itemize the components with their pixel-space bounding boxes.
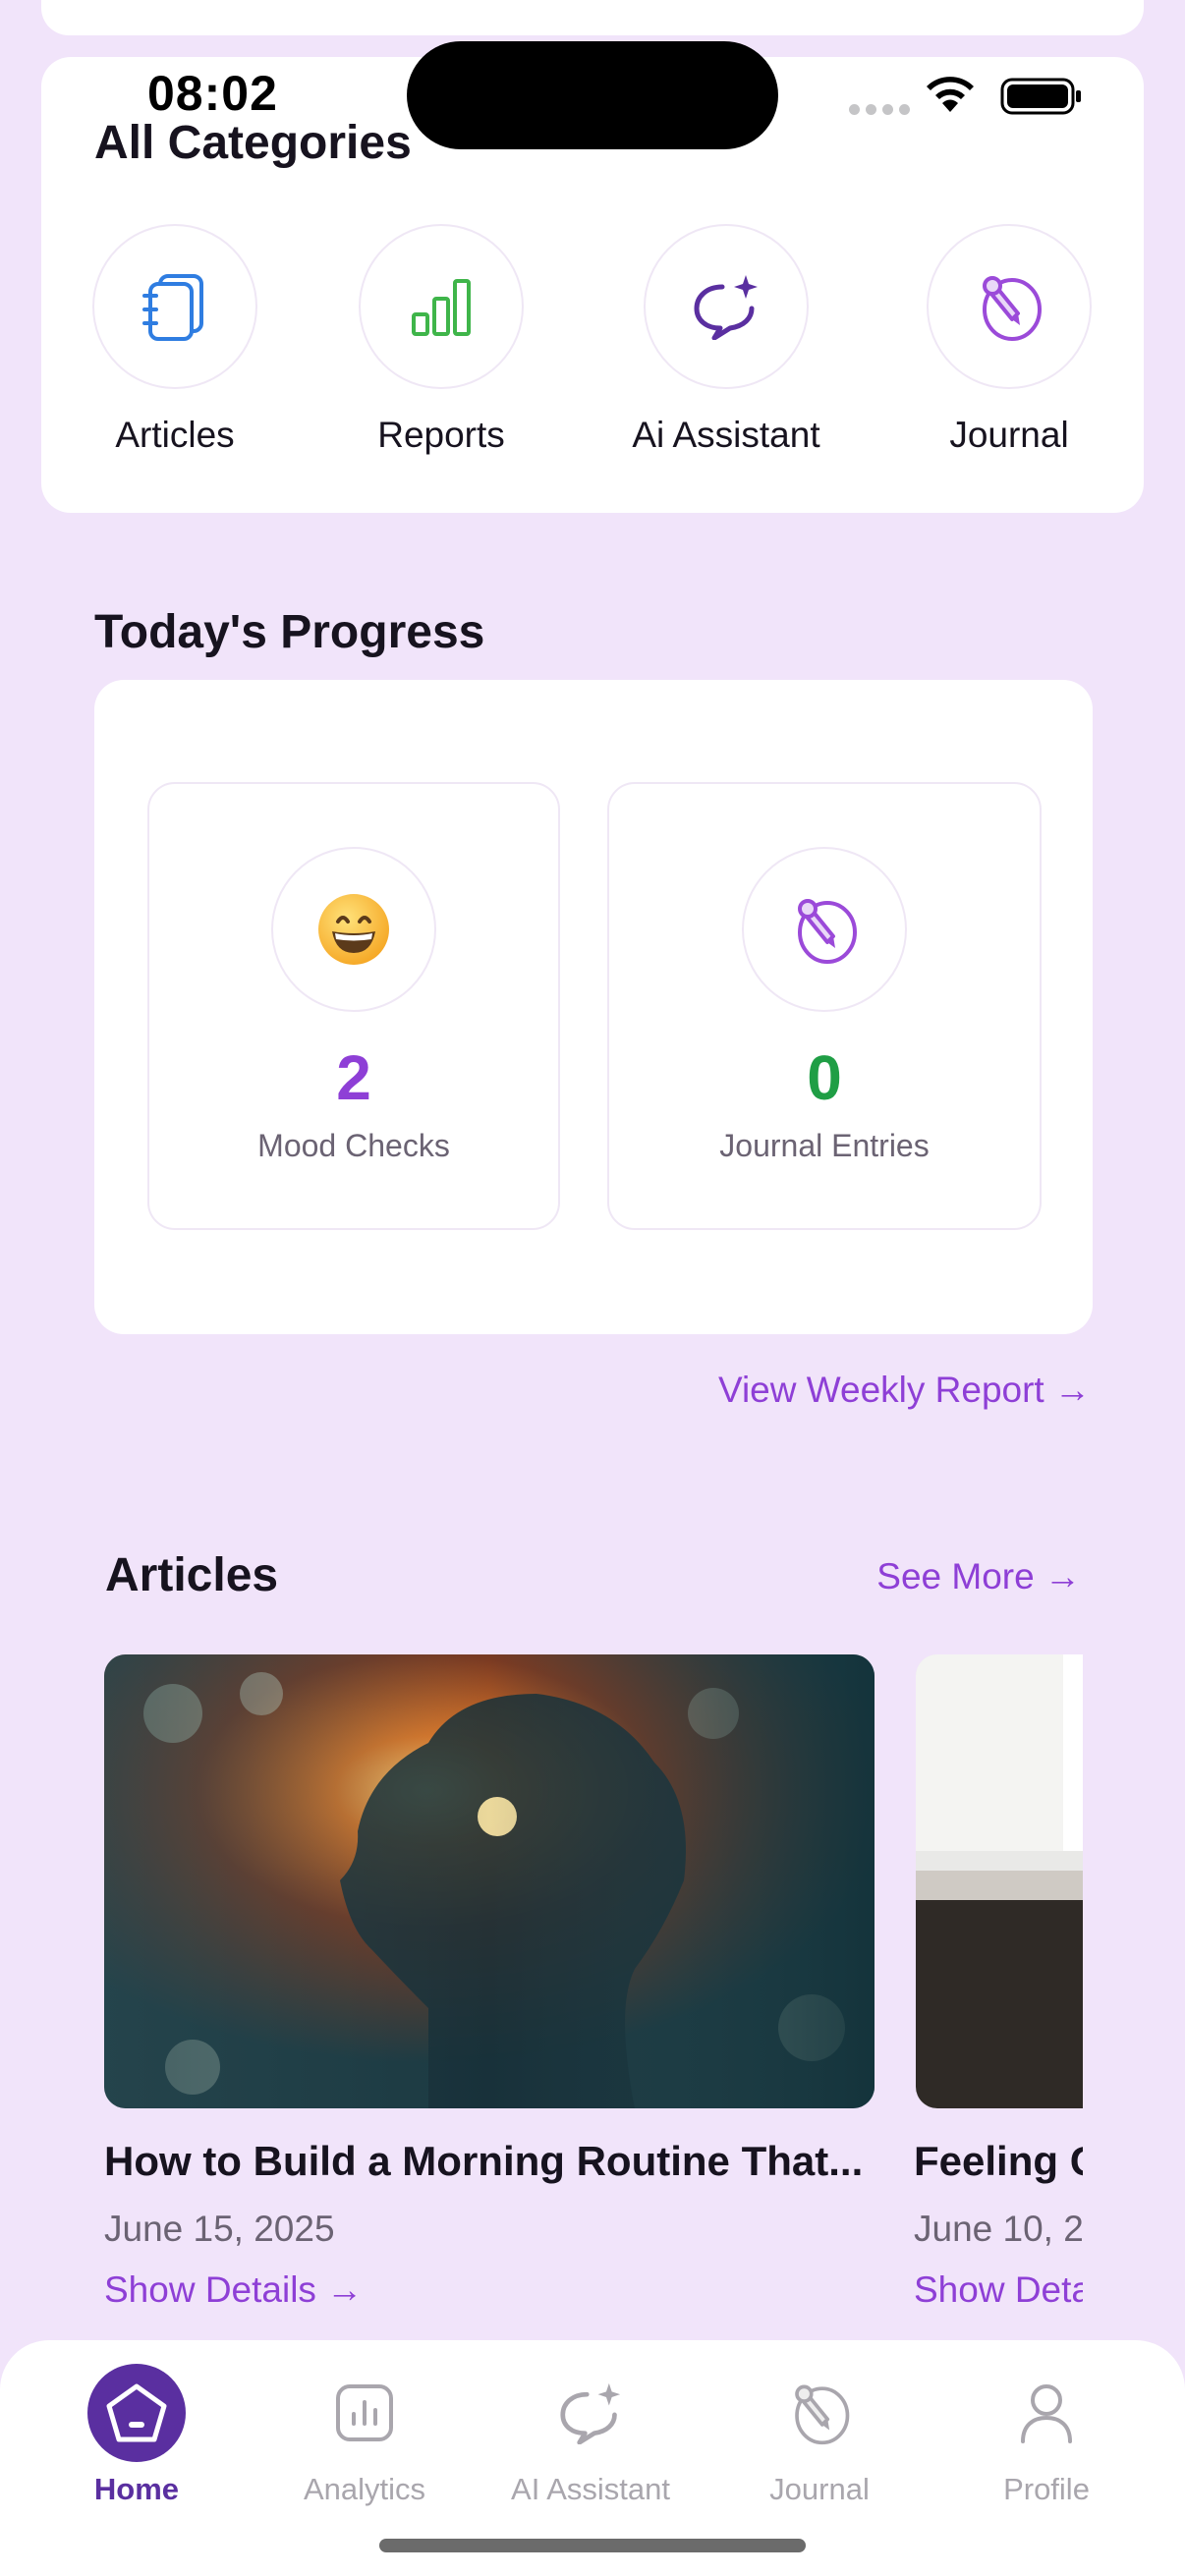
tab-label: Analytics: [303, 2472, 426, 2506]
categories-title: All Categories: [94, 117, 412, 169]
category-label: Journal: [949, 415, 1069, 455]
category-label: Ai Assistant: [632, 415, 820, 455]
grinning-face-icon: [271, 847, 436, 1012]
tab-home[interactable]: Home: [24, 2362, 250, 2507]
profile-icon: [933, 2362, 1159, 2464]
article-title[interactable]: How to Build a Morning Routine That...: [104, 2138, 875, 2185]
analytics-icon: [252, 2362, 478, 2464]
view-weekly-report-link[interactable]: View Weekly Report →: [718, 1370, 1091, 1411]
home-indicator[interactable]: [379, 2539, 806, 2552]
tab-profile[interactable]: Profile: [933, 2362, 1159, 2507]
mood-checks-value: 2: [336, 1042, 371, 1113]
tab-ai-assistant[interactable]: AI Assistant: [478, 2362, 704, 2507]
journal-pen-icon: [742, 847, 907, 1012]
category-articles[interactable]: Articles: [67, 224, 283, 456]
status-time: 08:02: [147, 66, 278, 121]
chat-sparkle-icon: [478, 2362, 704, 2464]
article-title[interactable]: Feeling C: [914, 2138, 1083, 2185]
tab-journal[interactable]: Journal: [706, 2362, 932, 2507]
battery-icon: [1000, 78, 1081, 115]
journal-pen-icon: [927, 224, 1092, 389]
category-label: Reports: [377, 415, 505, 455]
progress-title: Today's Progress: [94, 606, 485, 658]
bar-chart-icon: [359, 224, 524, 389]
tab-label: Home: [93, 2472, 180, 2506]
journal-entries-value: 0: [807, 1042, 842, 1113]
stat-journal-entries: 0 Journal Entries: [607, 782, 1042, 1230]
articles-title: Articles: [105, 1549, 279, 1601]
category-ai-assistant[interactable]: Ai Assistant: [618, 224, 834, 456]
category-reports[interactable]: Reports: [333, 224, 549, 456]
article-image[interactable]: [916, 1654, 1083, 2108]
previous-card: [41, 0, 1144, 35]
category-label: Articles: [115, 415, 235, 455]
stat-mood-checks: 2 Mood Checks: [147, 782, 560, 1230]
article-image[interactable]: [104, 1654, 875, 2108]
tab-label: AI Assistant: [511, 2472, 670, 2506]
see-more-link[interactable]: See More →: [876, 1556, 1081, 1597]
notebook-icon: [92, 224, 257, 389]
dynamic-island: [407, 41, 778, 149]
journal-entries-label: Journal Entries: [719, 1128, 930, 1163]
mood-checks-label: Mood Checks: [257, 1128, 450, 1163]
tab-analytics[interactable]: Analytics: [252, 2362, 478, 2507]
journal-pen-icon: [706, 2362, 932, 2464]
tab-label: Journal: [769, 2472, 870, 2506]
chat-sparkle-icon: [644, 224, 809, 389]
article-date: June 15, 2025: [104, 2209, 335, 2249]
wifi-icon: [927, 77, 974, 112]
tab-label: Profile: [1003, 2472, 1090, 2506]
show-details-link[interactable]: Show Deta: [914, 2269, 1083, 2311]
show-details-link[interactable]: Show Details →: [104, 2269, 497, 2311]
category-journal[interactable]: Journal: [901, 224, 1117, 456]
cellular-signal-icon: [849, 104, 910, 115]
article-date: June 10, 2: [914, 2209, 1083, 2249]
home-icon: [87, 2364, 186, 2462]
